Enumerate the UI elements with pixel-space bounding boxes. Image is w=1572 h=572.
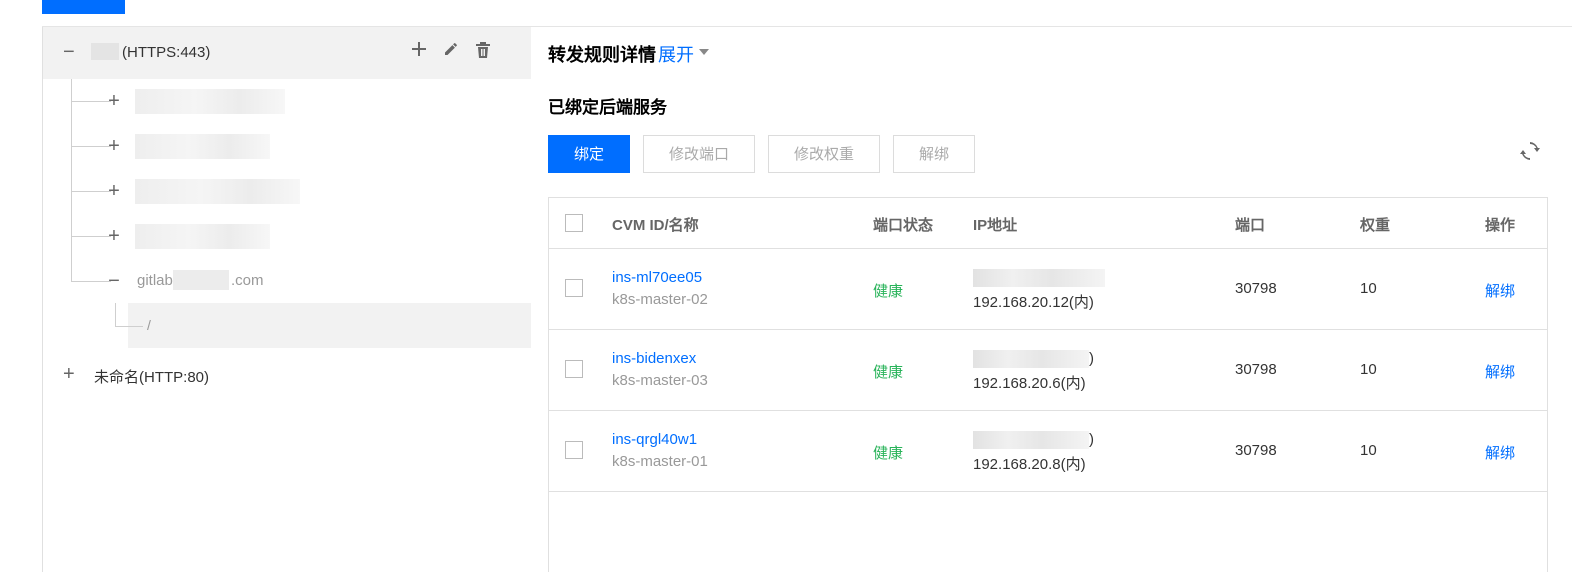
- collapse-icon[interactable]: −: [63, 42, 75, 62]
- listener-http-label: 未命名(HTTP:80): [94, 369, 210, 386]
- caret-down-icon[interactable]: [699, 49, 709, 55]
- domain-node-4[interactable]: +: [43, 214, 531, 259]
- domain-label-suffix: .com: [231, 272, 264, 289]
- cvm-name: k8s-master-01: [612, 453, 708, 470]
- weight-value: 10: [1360, 442, 1377, 459]
- modify-weight-button[interactable]: 修改权重: [768, 135, 880, 173]
- cvm-id-link[interactable]: ins-ml70ee05: [612, 269, 702, 286]
- expand-icon[interactable]: +: [106, 181, 122, 201]
- tree-branch: [71, 236, 111, 237]
- page-title: 转发规则详情: [548, 45, 656, 65]
- redacted-domain: [173, 270, 229, 290]
- tree-branch: [71, 281, 111, 282]
- top-primary-button[interactable]: [42, 0, 125, 14]
- row-checkbox[interactable]: [565, 360, 583, 378]
- private-ip: 192.168.20.12(内): [973, 294, 1094, 311]
- redacted-public-ip: [973, 269, 1105, 287]
- public-ip-suffix: ): [1089, 431, 1094, 448]
- redacted-public-ip: [973, 350, 1089, 368]
- weight-value: 10: [1360, 361, 1377, 378]
- expand-icon[interactable]: +: [106, 226, 122, 246]
- path-label: /: [147, 317, 151, 333]
- trash-icon[interactable]: [472, 41, 494, 63]
- row-checkbox[interactable]: [565, 279, 583, 297]
- tree-connector: [115, 303, 116, 327]
- tree-branch: [115, 326, 143, 327]
- cvm-name: k8s-master-03: [612, 372, 708, 389]
- cvm-id-link[interactable]: ins-qrgl40w1: [612, 431, 697, 448]
- path-node-selected[interactable]: [128, 303, 531, 348]
- column-header-action: 操作: [1485, 217, 1516, 234]
- redacted-domain: [135, 89, 285, 114]
- collapse-icon[interactable]: −: [106, 271, 122, 291]
- unbind-link[interactable]: 解绑: [1485, 442, 1515, 463]
- table-header: CVM ID/名称 端口状态 IP地址 端口 权重 操作: [549, 198, 1547, 249]
- bind-button[interactable]: 绑定: [548, 135, 630, 173]
- listener-http-row[interactable]: + 未命名(HTTP:80): [43, 352, 531, 396]
- column-header-weight: 权重: [1360, 217, 1391, 234]
- expand-icon[interactable]: +: [63, 364, 75, 384]
- unbind-link[interactable]: 解绑: [1485, 280, 1515, 301]
- port-value: 30798: [1235, 280, 1277, 297]
- domain-label-prefix: gitlab.: [137, 272, 178, 289]
- cvm-id-link[interactable]: ins-bidenxex: [612, 350, 696, 367]
- domain-node-gitlab[interactable]: − gitlab. .com: [43, 259, 531, 304]
- redacted-domain: [135, 134, 270, 159]
- port-value: 30798: [1235, 361, 1277, 378]
- port-value: 30798: [1235, 442, 1277, 459]
- refresh-icon[interactable]: [1520, 141, 1542, 163]
- redacted-domain: [135, 224, 270, 249]
- table-row: ins-qrgl40w1 k8s-master-01 健康 ) 192.168.…: [549, 411, 1547, 492]
- health-status: 健康: [873, 445, 904, 462]
- weight-value: 10: [1360, 280, 1377, 297]
- redacted-public-ip: [973, 431, 1089, 449]
- bound-services-title: 已绑定后端服务: [548, 98, 667, 117]
- domain-node-2[interactable]: +: [43, 124, 531, 169]
- column-header-cvm: CVM ID/名称: [612, 217, 699, 234]
- select-all-checkbox[interactable]: [565, 214, 583, 232]
- health-status: 健康: [873, 283, 904, 300]
- plus-icon[interactable]: [408, 41, 430, 63]
- column-header-ip: IP地址: [973, 217, 1018, 234]
- tree-branch: [71, 146, 111, 147]
- tree-branch: [71, 191, 111, 192]
- listener-tree-panel: − (HTTPS:443) + + + + − gitlab. .com / +…: [42, 27, 532, 572]
- row-checkbox[interactable]: [565, 441, 583, 459]
- redacted-listener-name: [91, 43, 119, 60]
- expand-icon[interactable]: +: [106, 91, 122, 111]
- cvm-name: k8s-master-02: [612, 291, 708, 308]
- unbind-link[interactable]: 解绑: [1485, 361, 1515, 382]
- backend-services-table: CVM ID/名称 端口状态 IP地址 端口 权重 操作 ins-ml70ee0…: [548, 197, 1548, 572]
- redacted-domain: [135, 179, 300, 204]
- table-row: ins-ml70ee05 k8s-master-02 健康 192.168.20…: [549, 249, 1547, 330]
- listener-https-row[interactable]: − (HTTPS:443): [43, 27, 531, 79]
- column-header-port: 端口: [1235, 217, 1266, 234]
- expand-link[interactable]: 展开: [658, 41, 694, 67]
- rule-detail-panel: 转发规则详情 展开 已绑定后端服务 绑定 修改端口 修改权重 解绑 CVM ID…: [531, 27, 1572, 572]
- modify-port-button[interactable]: 修改端口: [643, 135, 755, 173]
- health-status: 健康: [873, 364, 904, 381]
- listener-https-label: (HTTPS:443): [122, 44, 211, 61]
- expand-icon[interactable]: +: [106, 136, 122, 156]
- private-ip: 192.168.20.6(内): [973, 375, 1086, 392]
- private-ip: 192.168.20.8(内): [973, 456, 1086, 473]
- pencil-icon[interactable]: [440, 41, 462, 63]
- column-header-status: 端口状态: [873, 217, 934, 234]
- top-strip: [0, 0, 1572, 26]
- domain-node-3[interactable]: +: [43, 169, 531, 214]
- table-row: ins-bidenxex k8s-master-03 健康 ) 192.168.…: [549, 330, 1547, 411]
- public-ip-suffix: ): [1089, 350, 1094, 367]
- domain-node-1[interactable]: +: [43, 79, 531, 124]
- unbind-button[interactable]: 解绑: [893, 135, 975, 173]
- tree-branch: [71, 101, 111, 102]
